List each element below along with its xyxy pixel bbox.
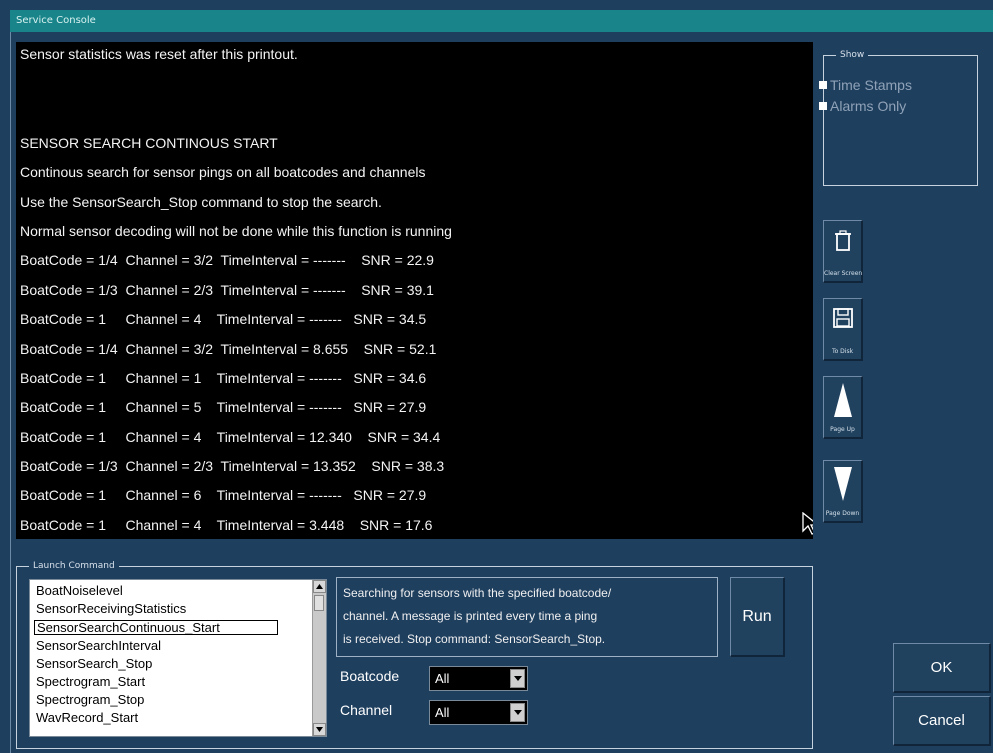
console-line: Sensor statistics was reset after this p… <box>20 46 298 62</box>
list-item[interactable]: SensorReceivingStatistics <box>34 601 188 616</box>
console-line: BoatCode = 1 Channel = 4 TimeInterval = … <box>20 517 433 533</box>
list-item[interactable]: WavRecord_Start <box>34 710 140 725</box>
dropdown-arrow-icon[interactable] <box>510 669 525 688</box>
console-line: BoatCode = 1 Channel = 4 TimeInterval = … <box>20 429 441 445</box>
description-line: is received. Stop command: SensorSearch_… <box>343 632 606 646</box>
page-up-label: Page Up <box>830 426 855 433</box>
console-line: BoatCode = 1 Channel = 5 TimeInterval = … <box>20 399 427 415</box>
console-line: BoatCode = 1 Channel = 6 TimeInterval = … <box>20 487 427 503</box>
scroll-thumb[interactable] <box>314 595 324 611</box>
scroll-down-arrow[interactable] <box>313 723 326 736</box>
list-item[interactable]: Spectrogram_Start <box>34 674 147 689</box>
trash-icon <box>834 230 852 256</box>
page-down-button[interactable]: Page Down <box>823 460 863 523</box>
checkbox-checked-icon[interactable] <box>819 81 827 89</box>
console-line: BoatCode = 1/4 Channel = 3/2 TimeInterva… <box>20 341 437 357</box>
boatcode-label: Boatcode <box>340 668 400 684</box>
clear-screen-label: Clear Screen <box>824 270 863 277</box>
mouse-pointer-icon <box>802 511 813 539</box>
alarms-only-checkbox[interactable]: Alarms Only <box>819 98 906 114</box>
show-panel: Show Time Stamps Alarms Only <box>819 49 978 186</box>
command-listbox[interactable]: BoatNoiselevel SensorReceivingStatistics… <box>29 579 327 737</box>
boatcode-select[interactable]: All <box>429 666 528 691</box>
arrow-down-icon <box>833 467 852 505</box>
clear-screen-button[interactable]: Clear Screen <box>823 220 863 283</box>
list-item[interactable]: Spectrogram_Stop <box>34 692 146 707</box>
floppy-disk-icon <box>832 308 853 332</box>
list-item-selected[interactable]: SensorSearchContinuous_Start <box>34 620 278 635</box>
console-line: Continous search for sensor pings on all… <box>20 164 426 180</box>
list-item[interactable]: BoatNoiselevel <box>34 583 125 598</box>
caret-down-icon <box>316 727 323 732</box>
console-output[interactable]: Sensor statistics was reset after this p… <box>16 42 813 539</box>
channel-value: All <box>435 705 450 720</box>
checkbox-checked-icon[interactable] <box>819 102 827 110</box>
page-down-label: Page Down <box>825 510 860 517</box>
ok-button[interactable]: OK <box>893 643 991 693</box>
console-line: SENSOR SEARCH CONTINOUS START <box>20 135 278 151</box>
arrow-up-icon <box>833 383 852 421</box>
time-stamps-label: Time Stamps <box>830 77 912 93</box>
cancel-button[interactable]: Cancel <box>893 696 991 746</box>
command-description: Searching for sensors with the specified… <box>336 577 718 657</box>
scroll-up-arrow[interactable] <box>313 580 326 593</box>
page-up-button[interactable]: Page Up <box>823 376 863 439</box>
dropdown-arrow-icon[interactable] <box>510 703 525 722</box>
to-disk-label: To Disk <box>831 348 854 355</box>
description-line: Searching for sensors with the specified… <box>343 586 612 600</box>
list-scrollbar[interactable] <box>312 580 326 736</box>
console-line: Use the SensorSearch_Stop command to sto… <box>20 194 382 210</box>
channel-label: Channel <box>340 702 393 718</box>
alarms-only-label: Alarms Only <box>830 98 907 114</box>
time-stamps-checkbox[interactable]: Time Stamps <box>819 77 912 93</box>
boatcode-value: All <box>435 671 450 686</box>
console-line: BoatCode = 1 Channel = 4 TimeInterval = … <box>20 311 427 327</box>
run-button[interactable]: Run <box>730 577 785 657</box>
list-item[interactable]: SensorSearchInterval <box>34 638 163 653</box>
console-line: BoatCode = 1/4 Channel = 3/2 TimeInterva… <box>20 252 434 268</box>
console-line: Normal sensor decoding will not be done … <box>20 223 452 239</box>
caret-up-icon <box>316 584 323 589</box>
description-line: channel. A message is printed every time… <box>343 609 598 623</box>
show-legend: Show <box>836 49 869 61</box>
list-item[interactable]: SensorSearch_Stop <box>34 656 154 671</box>
console-line: BoatCode = 1/3 Channel = 2/3 TimeInterva… <box>20 282 434 298</box>
channel-select[interactable]: All <box>429 700 528 725</box>
console-line: BoatCode = 1/3 Channel = 2/3 TimeInterva… <box>20 458 445 474</box>
console-line: BoatCode = 1 Channel = 1 TimeInterval = … <box>20 370 427 386</box>
launch-command-legend: Launch Command <box>29 560 119 572</box>
title-bar: Service Console <box>10 10 993 32</box>
to-disk-button[interactable]: To Disk <box>823 298 863 361</box>
